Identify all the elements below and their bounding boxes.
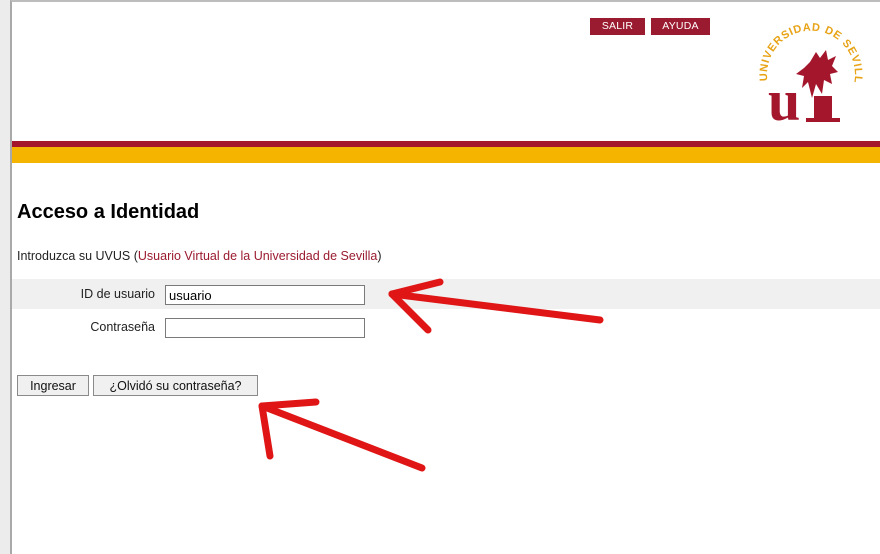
logo-glyph: u xyxy=(768,68,800,132)
salir-button[interactable]: SALIR xyxy=(590,18,645,35)
password-row: Contraseña xyxy=(12,312,880,342)
university-logo: UNIVERSIDAD DE SEVILLA u xyxy=(754,22,863,132)
forgot-password-button[interactable]: ¿Olvidó su contraseña? xyxy=(93,375,258,396)
uvus-link[interactable]: Usuario Virtual de la Universidad de Sev… xyxy=(138,249,377,263)
intro-prefix: Introduzca su UVUS ( xyxy=(17,249,138,263)
password-label: Contraseña xyxy=(90,320,155,334)
user-id-input[interactable] xyxy=(165,285,365,305)
browser-page: SALIR AYUDA UNIVERSIDAD DE SEVILLA u Acc… xyxy=(10,0,880,554)
page-title: Acceso a Identidad xyxy=(17,201,200,223)
ayuda-button[interactable]: AYUDA xyxy=(651,18,710,35)
password-input[interactable] xyxy=(165,318,365,338)
header-band-yellow xyxy=(12,147,880,163)
intro-suffix: ) xyxy=(377,249,382,263)
ingresar-button[interactable]: Ingresar xyxy=(17,375,89,396)
intro-text: Introduzca su UVUS (Usuario Virtual de l… xyxy=(17,249,382,263)
user-id-label: ID de usuario xyxy=(80,287,155,301)
logo-figure-icon xyxy=(796,50,840,122)
user-id-row: ID de usuario xyxy=(12,279,880,309)
